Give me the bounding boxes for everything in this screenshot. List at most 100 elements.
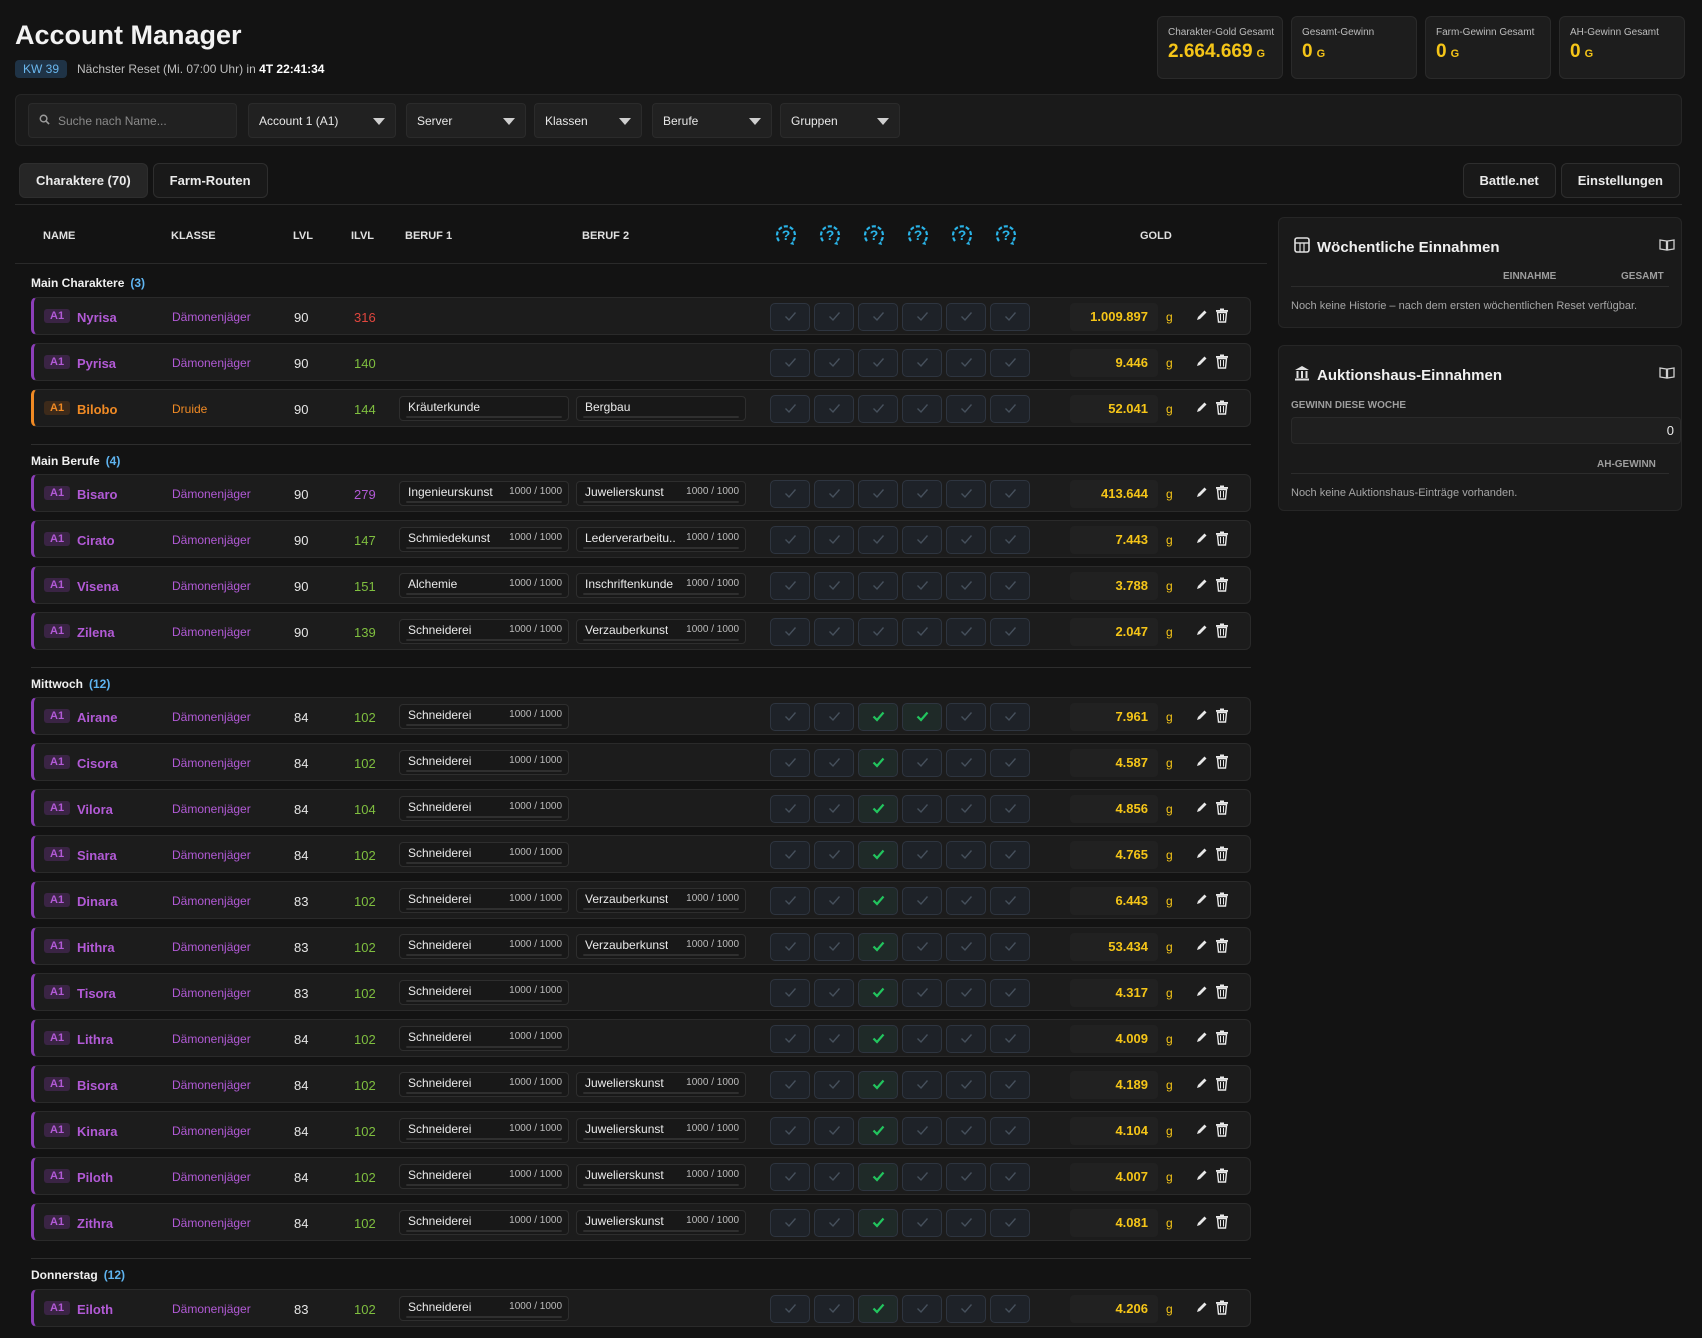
weekly-quest-checkbox[interactable] xyxy=(946,1025,986,1053)
character-name[interactable]: Pyrisa xyxy=(77,356,116,371)
trash-icon[interactable] xyxy=(1215,754,1229,772)
weekly-quest-checkbox[interactable] xyxy=(946,749,986,777)
gold-amount[interactable]: 4.856 xyxy=(1070,795,1158,823)
weekly-quest-checkbox[interactable] xyxy=(814,749,854,777)
profession-1[interactable]: Schneiderei 1000 / 1000 xyxy=(399,1296,569,1321)
weekly-quest-checkbox[interactable] xyxy=(858,349,898,377)
weekly-quest-checkbox[interactable] xyxy=(946,349,986,377)
weekly-quest-checkbox[interactable] xyxy=(858,572,898,600)
weekly-quest-checkbox[interactable] xyxy=(858,1295,898,1323)
weekly-quest-checkbox[interactable] xyxy=(814,1163,854,1191)
weekly-quest-checkbox[interactable] xyxy=(858,618,898,646)
edit-icon[interactable] xyxy=(1195,893,1208,909)
edit-icon[interactable] xyxy=(1195,1301,1208,1317)
trash-icon[interactable] xyxy=(1215,846,1229,864)
weekly-quest-checkbox[interactable] xyxy=(990,1025,1030,1053)
weekly-quest-checkbox[interactable] xyxy=(858,749,898,777)
weekly-quest-checkbox[interactable] xyxy=(946,979,986,1007)
edit-icon[interactable] xyxy=(1195,1031,1208,1047)
character-name[interactable]: Bilobo xyxy=(77,402,117,417)
weekly-quest-checkbox[interactable] xyxy=(946,618,986,646)
weekly-quest-checkbox[interactable] xyxy=(858,1163,898,1191)
book-icon[interactable] xyxy=(1659,366,1675,383)
character-name[interactable]: Vilora xyxy=(77,802,113,817)
class-select[interactable]: Klassen xyxy=(534,103,642,138)
weekly-quest-checkbox[interactable] xyxy=(990,703,1030,731)
weekly-quest-checkbox[interactable] xyxy=(858,979,898,1007)
trash-icon[interactable] xyxy=(1215,400,1229,418)
weekly-quest-checkbox[interactable] xyxy=(858,526,898,554)
edit-icon[interactable] xyxy=(1195,355,1208,371)
weekly-quest-checkbox[interactable] xyxy=(902,749,942,777)
weekly-quest-checkbox[interactable] xyxy=(814,526,854,554)
profession-2[interactable]: Juwelierskunst 1000 / 1000 xyxy=(576,1118,746,1143)
weekly-quest-checkbox[interactable] xyxy=(902,303,942,331)
weekly-quest-checkbox[interactable] xyxy=(902,395,942,423)
profession-2[interactable]: Juwelierskunst 1000 / 1000 xyxy=(576,1210,746,1235)
weekly-quest-checkbox[interactable] xyxy=(858,887,898,915)
server-select[interactable]: Server xyxy=(406,103,526,138)
weekly-quest-checkbox[interactable] xyxy=(770,1295,810,1323)
trash-icon[interactable] xyxy=(1215,531,1229,549)
character-name[interactable]: Kinara xyxy=(77,1124,117,1139)
weekly-quest-checkbox[interactable] xyxy=(814,395,854,423)
weekly-quest-checkbox[interactable] xyxy=(990,749,1030,777)
weekly-quest-checkbox[interactable] xyxy=(990,979,1030,1007)
weekly-quest-checkbox[interactable] xyxy=(902,1071,942,1099)
profession-2[interactable]: Inschriftenkunde 1000 / 1000 xyxy=(576,573,746,598)
character-row[interactable]: A1 Cirato Dämonenjäger 90 147 Schmiedekunst 10… xyxy=(31,520,1251,558)
weekly-quest-checkbox[interactable] xyxy=(902,1163,942,1191)
profession-1[interactable]: Schneiderei 1000 / 1000 xyxy=(399,934,569,959)
weekly-quest-checkbox[interactable] xyxy=(770,1071,810,1099)
edit-icon[interactable] xyxy=(1195,801,1208,817)
weekly-quest-checkbox[interactable] xyxy=(858,1071,898,1099)
character-name[interactable]: Bisaro xyxy=(77,487,117,502)
trash-icon[interactable] xyxy=(1215,1122,1229,1140)
profession-1[interactable]: Kräuterkunde xyxy=(399,396,569,421)
weekly-quest-checkbox[interactable] xyxy=(858,795,898,823)
weekly-quest-checkbox[interactable] xyxy=(814,1209,854,1237)
weekly-quest-checkbox[interactable] xyxy=(814,795,854,823)
edit-icon[interactable] xyxy=(1195,939,1208,955)
trash-icon[interactable] xyxy=(1215,308,1229,326)
weekly-quest-checkbox[interactable] xyxy=(814,841,854,869)
profession-1[interactable]: Ingenieurskunst 1000 / 1000 xyxy=(399,481,569,506)
weekly-quest-checkbox[interactable] xyxy=(990,1209,1030,1237)
weekly-quest-checkbox[interactable] xyxy=(990,1163,1030,1191)
weekly-quest-checkbox[interactable] xyxy=(990,795,1030,823)
weekly-quest-checkbox[interactable] xyxy=(814,572,854,600)
character-name[interactable]: Zilena xyxy=(77,625,115,640)
weekly-quest-checkbox[interactable] xyxy=(770,303,810,331)
weekly-quest-checkbox[interactable] xyxy=(770,618,810,646)
weekly-quest-checkbox[interactable] xyxy=(990,395,1030,423)
trash-icon[interactable] xyxy=(1215,1300,1229,1318)
weekly-quest-checkbox[interactable] xyxy=(946,933,986,961)
weekly-quest-checkbox[interactable] xyxy=(946,480,986,508)
edit-icon[interactable] xyxy=(1195,1077,1208,1093)
gold-amount[interactable]: 4.206 xyxy=(1070,1295,1158,1323)
character-name[interactable]: Piloth xyxy=(77,1170,113,1185)
weekly-quest-checkbox[interactable] xyxy=(902,1025,942,1053)
weekly-quest-checkbox[interactable] xyxy=(814,887,854,915)
weekly-quest-checkbox[interactable] xyxy=(858,703,898,731)
weekly-quest-checkbox[interactable] xyxy=(902,572,942,600)
trash-icon[interactable] xyxy=(1215,485,1229,503)
weekly-quest-checkbox[interactable] xyxy=(902,795,942,823)
weekly-quest-checkbox[interactable] xyxy=(814,979,854,1007)
gold-amount[interactable]: 2.047 xyxy=(1070,618,1158,646)
profession-1[interactable]: Schneiderei 1000 / 1000 xyxy=(399,888,569,913)
character-name[interactable]: Cisora xyxy=(77,756,117,771)
battlenet-button[interactable]: Battle.net xyxy=(1462,163,1556,198)
character-row[interactable]: A1 Visena Dämonenjäger 90 151 Alchemie 1000 / … xyxy=(31,566,1251,604)
edit-icon[interactable] xyxy=(1195,486,1208,502)
weekly-quest-checkbox[interactable] xyxy=(946,1071,986,1099)
profession-2[interactable]: Juwelierskunst 1000 / 1000 xyxy=(576,1164,746,1189)
weekly-quest-checkbox[interactable] xyxy=(946,1163,986,1191)
trash-icon[interactable] xyxy=(1215,623,1229,641)
profession-1[interactable]: Schneiderei 1000 / 1000 xyxy=(399,619,569,644)
profession-select[interactable]: Berufe xyxy=(652,103,772,138)
weekly-quest-checkbox[interactable] xyxy=(990,1117,1030,1145)
weekly-quest-checkbox[interactable] xyxy=(902,526,942,554)
weekly-quest-checkbox[interactable] xyxy=(770,480,810,508)
edit-icon[interactable] xyxy=(1195,309,1208,325)
